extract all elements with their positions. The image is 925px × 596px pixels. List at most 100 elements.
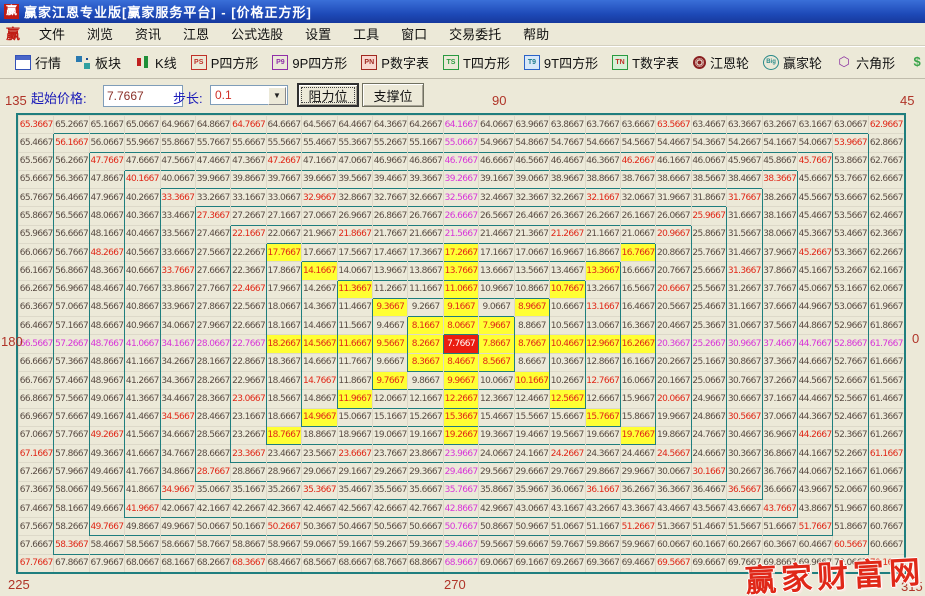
grid-cell[interactable]: 67.8667 <box>54 554 89 572</box>
grid-cell[interactable]: 29.9667 <box>620 463 655 481</box>
grid-cell[interactable]: 67.3667 <box>19 481 54 499</box>
grid-cell[interactable]: 60.9667 <box>868 481 904 499</box>
grid-cell[interactable]: 61.4667 <box>868 390 904 408</box>
grid-cell[interactable]: 46.0667 <box>691 152 726 170</box>
grid-cell[interactable]: 23.4667 <box>266 445 301 463</box>
grid-cell[interactable]: 28.0667 <box>196 335 231 353</box>
grid-cell[interactable]: 41.5667 <box>125 426 160 444</box>
grid-cell[interactable]: 18.4667 <box>266 371 301 389</box>
grid-cell[interactable]: 41.1667 <box>125 353 160 371</box>
grid-cell[interactable]: 30.5667 <box>727 408 762 426</box>
grid-cell[interactable]: 44.6667 <box>797 353 832 371</box>
grid-cell[interactable]: 64.8667 <box>196 116 231 134</box>
grid-cell[interactable]: 10.5667 <box>550 317 585 335</box>
grid-cell[interactable]: 20.8667 <box>656 243 691 261</box>
toolbar-item[interactable]: $赢家服务 <box>902 53 925 72</box>
grid-cell[interactable]: 51.0667 <box>550 518 585 536</box>
grid-cell[interactable]: 42.1667 <box>196 499 231 517</box>
grid-cell[interactable]: 46.9667 <box>373 152 408 170</box>
grid-cell[interactable]: 42.0667 <box>160 499 195 517</box>
grid-cell[interactable]: 45.4667 <box>797 207 832 225</box>
grid-cell[interactable]: 55.4667 <box>302 134 337 152</box>
grid-cell[interactable]: 17.2667 <box>443 243 478 261</box>
grid-cell[interactable]: 52.5667 <box>833 390 868 408</box>
grid-cell[interactable]: 46.1667 <box>656 152 691 170</box>
grid-cell[interactable]: 51.4667 <box>691 518 726 536</box>
grid-cell[interactable]: 41.6667 <box>125 445 160 463</box>
grid-cell[interactable]: 57.7667 <box>54 426 89 444</box>
grid-cell[interactable]: 8.3667 <box>408 353 443 371</box>
grid-cell[interactable]: 35.2667 <box>266 481 301 499</box>
grid-cell[interactable]: 37.7667 <box>762 280 797 298</box>
grid-cell[interactable]: 23.1667 <box>231 408 266 426</box>
grid-cell[interactable]: 9.7667 <box>373 371 408 389</box>
grid-cell[interactable]: 59.8667 <box>585 536 620 554</box>
grid-cell[interactable]: 35.4667 <box>337 481 372 499</box>
grid-cell[interactable]: 54.9667 <box>479 134 514 152</box>
grid-cell[interactable]: 62.3667 <box>868 225 904 243</box>
grid-cell[interactable]: 32.6667 <box>408 189 443 207</box>
grid-cell[interactable]: 13.1667 <box>585 298 620 316</box>
grid-cell[interactable]: 43.0667 <box>514 499 549 517</box>
grid-cell[interactable]: 43.6667 <box>727 499 762 517</box>
grid-center-cell[interactable]: 7.7667 <box>443 335 478 353</box>
grid-cell[interactable]: 32.4667 <box>479 189 514 207</box>
grid-cell[interactable]: 68.4667 <box>266 554 301 572</box>
grid-cell[interactable]: 57.2667 <box>54 335 89 353</box>
grid-cell[interactable]: 14.1667 <box>302 262 337 280</box>
grid-cell[interactable]: 52.3667 <box>833 426 868 444</box>
grid-cell[interactable]: 15.5667 <box>514 408 549 426</box>
grid-cell[interactable]: 57.6667 <box>54 408 89 426</box>
grid-cell[interactable]: 18.0667 <box>266 298 301 316</box>
grid-cell[interactable]: 64.0667 <box>479 116 514 134</box>
grid-cell[interactable]: 11.1667 <box>408 280 443 298</box>
grid-cell[interactable]: 55.6667 <box>231 134 266 152</box>
grid-cell[interactable]: 51.9667 <box>833 499 868 517</box>
grid-cell[interactable]: 12.3667 <box>479 390 514 408</box>
grid-cell[interactable]: 35.6667 <box>408 481 443 499</box>
grid-cell[interactable]: 39.8667 <box>231 170 266 188</box>
grid-cell[interactable]: 66.1667 <box>19 262 54 280</box>
grid-cell[interactable]: 9.6667 <box>373 353 408 371</box>
grid-cell[interactable]: 47.1667 <box>302 152 337 170</box>
grid-cell[interactable]: 54.0667 <box>797 134 832 152</box>
grid-cell[interactable]: 21.4667 <box>479 225 514 243</box>
grid-cell[interactable]: 50.0667 <box>196 518 231 536</box>
grid-cell[interactable]: 25.5667 <box>691 280 726 298</box>
grid-cell[interactable]: 22.1667 <box>231 225 266 243</box>
grid-cell[interactable]: 31.1667 <box>727 298 762 316</box>
grid-cell[interactable]: 44.3667 <box>797 408 832 426</box>
grid-cell[interactable]: 56.6667 <box>54 225 89 243</box>
grid-cell[interactable]: 53.2667 <box>833 262 868 280</box>
grid-cell[interactable]: 25.4667 <box>691 298 726 316</box>
grid-cell[interactable]: 48.7667 <box>89 335 124 353</box>
grid-cell[interactable]: 47.7667 <box>89 152 124 170</box>
grid-cell[interactable]: 15.6667 <box>550 408 585 426</box>
grid-cell[interactable]: 15.9667 <box>620 390 655 408</box>
grid-cell[interactable]: 41.7667 <box>125 463 160 481</box>
grid-cell[interactable]: 49.0667 <box>89 390 124 408</box>
grid-cell[interactable]: 66.5667 <box>19 335 54 353</box>
grid-cell[interactable]: 22.5667 <box>231 298 266 316</box>
grid-cell[interactable]: 62.8667 <box>868 134 904 152</box>
grid-cell[interactable]: 41.2667 <box>125 371 160 389</box>
grid-cell[interactable]: 33.6667 <box>160 243 195 261</box>
grid-cell[interactable]: 54.6667 <box>585 134 620 152</box>
grid-cell[interactable]: 35.1667 <box>231 481 266 499</box>
grid-cell[interactable]: 59.0667 <box>302 536 337 554</box>
grid-cell[interactable]: 67.2667 <box>19 463 54 481</box>
grid-cell[interactable]: 56.7667 <box>54 243 89 261</box>
grid-cell[interactable]: 44.8667 <box>797 317 832 335</box>
grid-cell[interactable]: 43.5667 <box>691 499 726 517</box>
toolbar-item[interactable]: T99T四方形 <box>517 53 605 72</box>
grid-cell[interactable]: 17.0667 <box>514 243 549 261</box>
grid-cell[interactable]: 14.8667 <box>302 390 337 408</box>
menu-item-3[interactable]: 江恩 <box>172 27 220 42</box>
grid-cell[interactable]: 46.2667 <box>620 152 655 170</box>
grid-cell[interactable]: 49.9667 <box>160 518 195 536</box>
grid-cell[interactable]: 9.5667 <box>373 335 408 353</box>
grid-cell[interactable]: 9.1667 <box>443 298 478 316</box>
grid-cell[interactable]: 22.8667 <box>231 353 266 371</box>
grid-cell[interactable]: 21.2667 <box>550 225 585 243</box>
grid-cell[interactable]: 44.4667 <box>797 390 832 408</box>
